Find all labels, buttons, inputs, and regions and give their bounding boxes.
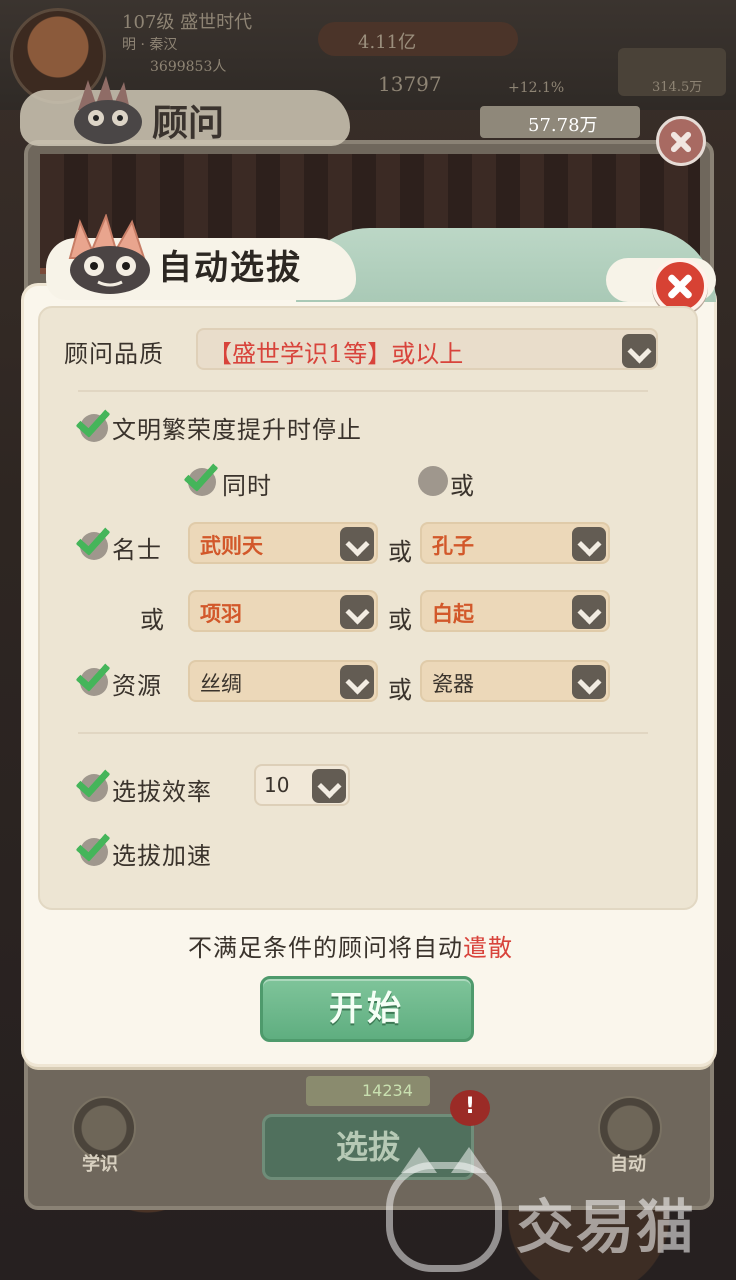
mode-or-radio[interactable] <box>418 466 448 496</box>
famous-value-2: 孔子 <box>432 533 474 558</box>
famous-value-3: 项羽 <box>200 601 242 626</box>
quality-dropdown[interactable]: 【盛世学识1等】或以上 <box>196 328 658 370</box>
start-button[interactable]: 开始 <box>260 976 474 1042</box>
accelerate-label: 选拔加速 <box>112 842 212 870</box>
divider <box>78 390 648 392</box>
dismiss-notice: 不满足条件的顾问将自动遣散 <box>188 928 513 963</box>
stat-number: 13797 <box>378 72 442 96</box>
chevron-down-icon[interactable] <box>340 595 374 629</box>
alert-badge: ! <box>450 1090 490 1126</box>
mode-and-label: 同时 <box>222 472 272 500</box>
chevron-down-icon[interactable] <box>572 527 606 561</box>
efficiency-value: 10 <box>264 773 290 797</box>
stat-plus: +12.1% <box>508 80 565 96</box>
or-word: 或 <box>388 606 412 634</box>
wealth-display[interactable]: 4.11亿 <box>318 22 518 56</box>
stop-on-rise-label: 文明繁荣度提升时停止 <box>112 416 362 444</box>
famous-checkbox[interactable] <box>75 520 114 562</box>
dragon-mascot-icon <box>74 76 142 144</box>
quality-label: 顾问品质 <box>64 340 164 368</box>
or-word: 或 <box>388 676 412 704</box>
chevron-down-icon[interactable] <box>622 334 656 368</box>
watermark-text: 交易猫 <box>516 1193 697 1261</box>
quality-value: 【盛世学识1等】或以上 <box>208 340 464 368</box>
resource-value-2: 瓷器 <box>432 672 474 696</box>
famous-dropdown-1[interactable]: 武则天 <box>188 522 378 564</box>
efficiency-dropdown[interactable]: 10 <box>254 764 350 806</box>
dragon-mascot-icon <box>68 214 150 294</box>
efficiency-label: 选拔效率 <box>112 778 212 806</box>
auto-button-label: 自动 <box>610 1154 646 1175</box>
resource-dropdown-1[interactable]: 丝绸 <box>188 660 378 702</box>
advisor-title: 顾问 <box>152 102 225 144</box>
advisor-close-icon[interactable] <box>656 116 706 166</box>
scroll-count: 14234 <box>306 1076 430 1106</box>
resource-dropdown-2[interactable]: 瓷器 <box>420 660 610 702</box>
advisor-resource: 57.78万 <box>480 106 640 138</box>
right-resource[interactable]: 314.5万 <box>618 48 726 96</box>
mode-and-radio[interactable] <box>183 456 222 498</box>
or-word: 或 <box>140 606 164 634</box>
accelerate-checkbox[interactable] <box>75 826 114 868</box>
chevron-down-icon[interactable] <box>340 665 374 699</box>
famous-dropdown-2[interactable]: 孔子 <box>420 522 610 564</box>
famous-dropdown-4[interactable]: 白起 <box>420 590 610 632</box>
divider <box>78 732 648 734</box>
or-word: 或 <box>388 538 412 566</box>
player-era: 明 · 秦汉 <box>122 37 178 53</box>
knowledge-button-label: 学识 <box>82 1154 118 1175</box>
resource-checkbox[interactable] <box>75 656 114 698</box>
notice-text: 不满足条件的顾问将自动 <box>188 934 463 962</box>
chevron-down-icon[interactable] <box>572 665 606 699</box>
famous-dropdown-3[interactable]: 项羽 <box>188 590 378 632</box>
dialog-title: 自动选拔 <box>158 248 302 288</box>
resource-value-1: 丝绸 <box>200 672 242 696</box>
resource-label: 资源 <box>112 672 162 700</box>
famous-value-4: 白起 <box>432 601 474 626</box>
stop-on-rise-checkbox[interactable] <box>75 402 114 444</box>
famous-label: 名士 <box>112 536 162 564</box>
chevron-down-icon[interactable] <box>572 595 606 629</box>
mode-or-label: 或 <box>450 472 475 500</box>
chevron-down-icon[interactable] <box>340 527 374 561</box>
population-count: 3699853人 <box>150 59 227 75</box>
notice-emphasis: 遣散 <box>463 934 513 962</box>
famous-value-1: 武则天 <box>200 533 263 558</box>
watermark-cat-logo <box>386 1147 502 1272</box>
efficiency-checkbox[interactable] <box>75 762 114 804</box>
player-level: 107级 盛世时代 <box>122 12 253 33</box>
chevron-down-icon[interactable] <box>312 769 346 803</box>
